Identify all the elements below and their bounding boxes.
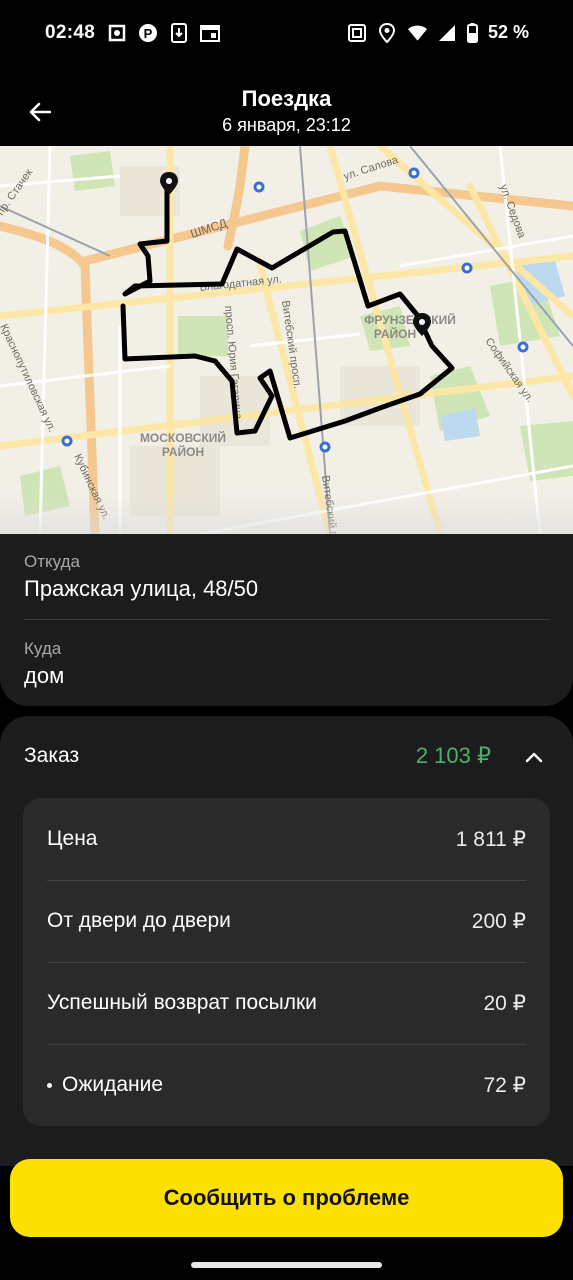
order-total: 2 103 ₽	[415, 743, 491, 768]
price-breakdown: Цена 1 811 ₽ От двери до двери 200 ₽ Усп…	[23, 798, 550, 1126]
battery-icon	[467, 22, 479, 43]
download-icon	[168, 22, 189, 43]
address-divider	[24, 619, 549, 620]
map-label-stachek: пр. Стачек	[0, 167, 35, 218]
page-title: Поездка	[241, 86, 332, 111]
location-icon	[377, 22, 398, 43]
from-label: Откуда	[24, 552, 80, 571]
status-left-icons: P	[106, 22, 220, 43]
calendar-icon	[199, 22, 220, 43]
map-label-salova: ул. Салова	[342, 154, 400, 183]
route-map[interactable]: ул. Салова ул. Седова пр. Стачек Кубинск…	[0, 146, 573, 534]
map-label-sedova: ул. Седова	[497, 183, 528, 241]
map-district-frunzensky-suffix: РАЙОН	[374, 326, 416, 341]
map-canvas: ул. Салова ул. Седова пр. Стачек Кубинск…	[0, 146, 573, 534]
to-label: Куда	[24, 639, 62, 658]
door-to-door-label: От двери до двери	[47, 909, 231, 932]
battery-percent: 52 %	[487, 22, 529, 42]
parking-icon: P	[137, 22, 158, 43]
order-title: Заказ	[24, 744, 80, 767]
map-district-moskovsky-suffix: РАЙОН	[162, 444, 204, 459]
signal-icon	[437, 22, 458, 43]
address-card: Откуда Пражская улица, 48/50 Куда дом	[0, 534, 573, 706]
price-row: Цена 1 811 ₽	[47, 798, 526, 880]
door-to-door-row: От двери до двери 200 ₽	[47, 880, 526, 962]
status-right-icons: 52 %	[347, 22, 529, 43]
home-indicator[interactable]	[191, 1262, 382, 1268]
return-row: Успешный возврат посылки 20 ₽	[47, 962, 526, 1044]
chevron-up-icon	[525, 752, 543, 763]
map-district-moskovsky: МОСКОВСКИЙ	[140, 430, 226, 445]
waiting-row: Ожидание 72 ₽	[47, 1044, 526, 1126]
report-problem-button[interactable]: Сообщить о проблеме	[10, 1159, 563, 1237]
return-value: 20 ₽	[483, 991, 526, 1015]
map-fade	[0, 494, 573, 534]
waiting-label: Ожидание	[62, 1073, 164, 1096]
wifi-icon	[407, 22, 428, 43]
map-district-frunzensky: ФРУНЗЕНСКИЙ	[364, 312, 456, 327]
door-to-door-value: 200 ₽	[471, 909, 526, 933]
map-label-shmsd: ШМСД	[189, 216, 229, 241]
svg-text:P: P	[143, 26, 152, 41]
nfc-icon	[347, 22, 368, 43]
app-icon	[106, 22, 127, 43]
screen-header: Поездка 6 января, 23:12	[0, 66, 573, 146]
return-label: Успешный возврат посылки	[47, 991, 317, 1014]
collapse-button[interactable]	[523, 746, 545, 768]
status-time: 02:48	[45, 22, 96, 43]
price-row-label: Цена	[47, 827, 98, 850]
waiting-value: 72 ₽	[483, 1073, 526, 1097]
to-address[interactable]: дом	[24, 663, 64, 689]
order-card: Заказ 2 103 ₽ Цена 1 811 ₽ От двери до д…	[0, 716, 573, 1166]
map-label-krasnoputilovskaya: Краснопутиловская ул.	[0, 322, 58, 434]
status-bar: 02:48 P 52 %	[0, 0, 573, 66]
price-row-value: 1 811 ₽	[455, 827, 526, 851]
bullet-icon	[47, 1082, 52, 1088]
trip-datetime: 6 января, 23:12	[222, 115, 351, 135]
from-address[interactable]: Пражская улица, 48/50	[24, 576, 258, 602]
